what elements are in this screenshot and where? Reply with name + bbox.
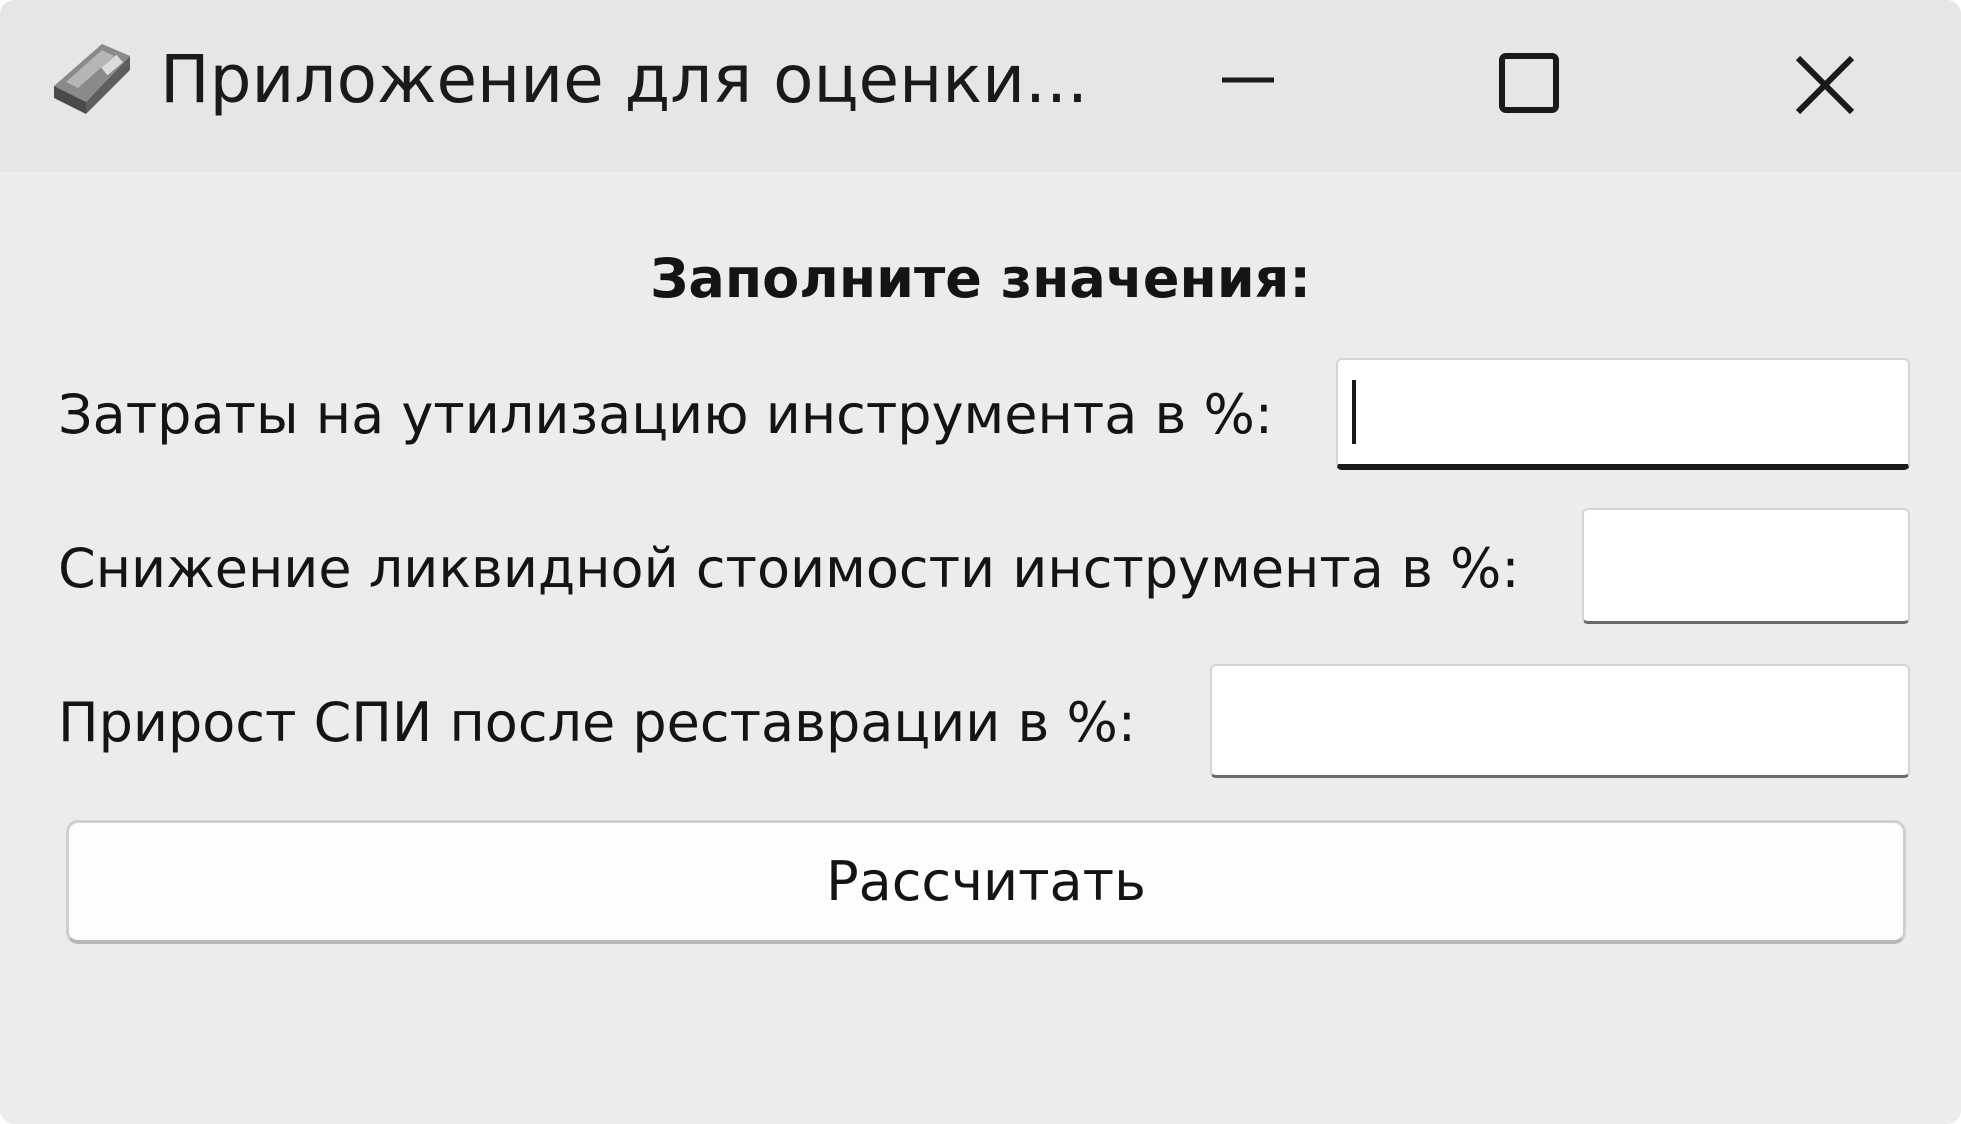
- tool-icon: [54, 44, 130, 114]
- close-icon[interactable]: [1770, 30, 1880, 140]
- app-window: Приложение для оценки... Заполните значе…: [0, 0, 1961, 1124]
- title-bar[interactable]: Приложение для оценки...: [0, 0, 1961, 172]
- liquidity-decrease-label: Снижение ликвидной стоимости инструмента…: [58, 537, 1520, 600]
- maximize-icon[interactable]: [1478, 30, 1588, 140]
- calculate-button[interactable]: Рассчитать: [66, 820, 1906, 944]
- minimize-icon[interactable]: [1192, 30, 1302, 140]
- disposal-cost-input[interactable]: [1336, 358, 1910, 470]
- service-life-increase-label: Прирост СПИ после реставрации в %:: [58, 691, 1136, 754]
- window-title: Приложение для оценки...: [160, 41, 1088, 118]
- disposal-cost-label: Затраты на утилизацию инструмента в %:: [58, 383, 1273, 446]
- text-cursor: [1352, 380, 1356, 444]
- form-heading: Заполните значения:: [650, 247, 1311, 310]
- liquidity-decrease-input[interactable]: [1582, 508, 1910, 624]
- service-life-increase-input[interactable]: [1210, 664, 1910, 778]
